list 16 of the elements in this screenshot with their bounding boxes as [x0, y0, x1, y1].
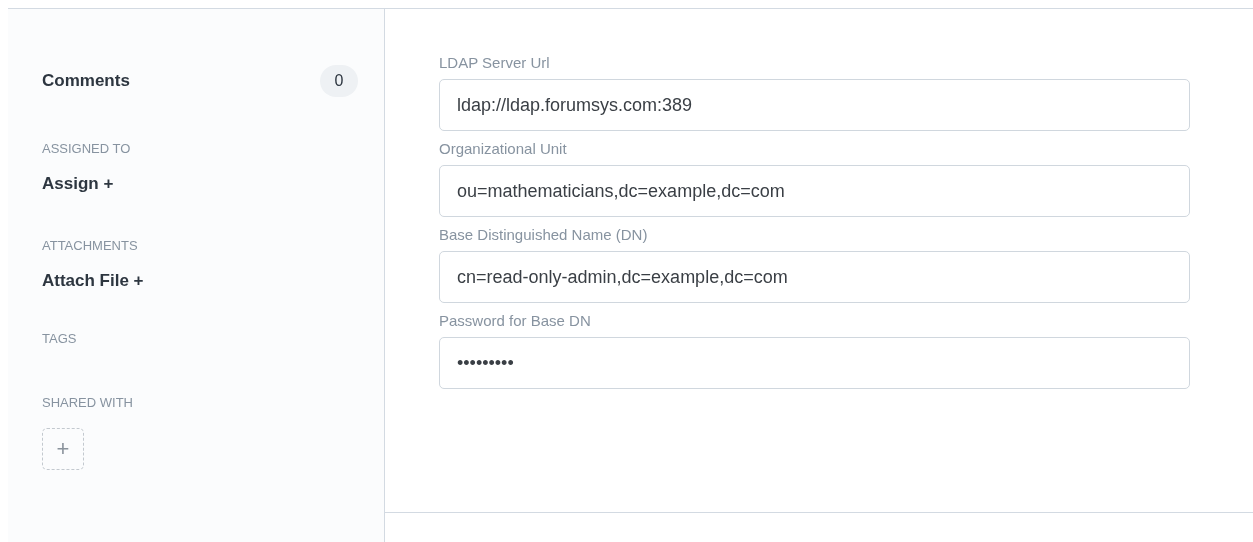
- input-field[interactable]: •••••••••: [439, 337, 1190, 389]
- section-heading: ATTACHMENTS: [42, 238, 139, 253]
- field-label: Organizational Unit: [439, 140, 568, 157]
- section-heading: TAGS: [42, 331, 78, 346]
- comment-count-badge: 0: [320, 65, 358, 97]
- section-heading: SHARED WITH: [42, 395, 134, 410]
- comments-label: Comments: [42, 71, 130, 91]
- add-link[interactable]: Assign +: [42, 174, 114, 194]
- input-field[interactable]: cn=read-only-admin,dc=example,dc=com: [439, 251, 1190, 303]
- add-link[interactable]: Attach File +: [42, 271, 144, 291]
- field-label: Base Distinguished Name (DN): [439, 226, 649, 243]
- input-field[interactable]: ldap://ldap.forumsys.com:389: [439, 79, 1190, 131]
- section-heading: ASSIGNED TO: [42, 141, 132, 156]
- input-field[interactable]: ou=mathematicians,dc=example,dc=com: [439, 165, 1190, 217]
- field-label: LDAP Server Url: [439, 54, 551, 71]
- field-label: Password for Base DN: [439, 312, 592, 329]
